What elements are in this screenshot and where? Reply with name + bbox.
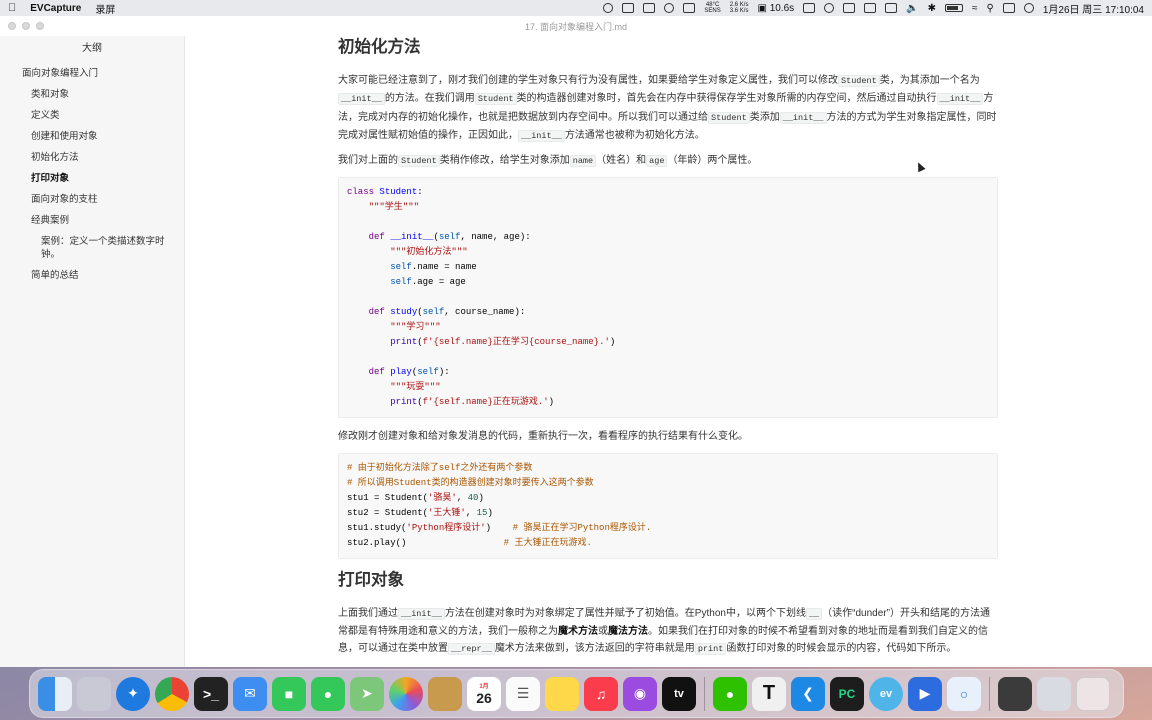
- downloads-stack-icon[interactable]: [998, 676, 1032, 711]
- close-button[interactable]: [8, 22, 16, 30]
- outline-item-active[interactable]: 打印对象: [0, 168, 184, 189]
- paragraph-modify-class: 我们对上面的 Student 类稍作修改，给学生对象添加 name （姓名）和 age （年…: [338, 155, 758, 168]
- menu-bar:  EVCapture 录屏 48°CSENS 2.6 K/s3.6 K/s ▣…: [0, 0, 1152, 16]
- outline-item[interactable]: 面向对象编程入门: [0, 63, 184, 84]
- outline-item[interactable]: 案例：定义一个类描述数字时钟。: [0, 231, 184, 265]
- vscode-icon[interactable]: ❮: [791, 676, 825, 711]
- editor-content[interactable]: 初始化方法 大家可能已经注意到了，刚才我们创建的学生对象只有行为没有属性，如果要…: [186, 36, 1152, 667]
- code-block-create-objects[interactable]: # 由于初始化方法除了self之外还有两个参数 # 所以调用Student类的构…: [338, 452, 998, 559]
- siri-icon[interactable]: [603, 3, 614, 13]
- minimize-button[interactable]: [22, 22, 30, 30]
- capture-icon[interactable]: [803, 3, 816, 13]
- window-icon[interactable]: [843, 3, 856, 13]
- archive-icon[interactable]: [428, 676, 462, 711]
- outline-item[interactable]: 初始化方法: [0, 147, 184, 168]
- heading-print-object: 打印对象: [338, 570, 404, 589]
- screenshot-stack-icon[interactable]: [1037, 676, 1071, 711]
- music-icon[interactable]: ♫: [584, 676, 618, 711]
- qq-icon[interactable]: ○: [947, 676, 981, 711]
- control-center-icon[interactable]: [1002, 3, 1015, 13]
- app-menu[interactable]: EVCapture: [30, 3, 81, 14]
- photos-icon[interactable]: [389, 676, 423, 711]
- typora-icon[interactable]: T: [752, 676, 786, 711]
- window-controls: [8, 22, 44, 30]
- display-icon[interactable]: [864, 3, 877, 13]
- outline-item[interactable]: 类和对象: [0, 84, 184, 105]
- messages-icon[interactable]: ●: [311, 676, 345, 711]
- status-area: 48°C SENS 2.6 K/s 3.6 K/s ▣ 10.6s 🔈 ✱ ≈ ⚲ …: [603, 1, 1144, 16]
- mail-icon[interactable]: ✉: [233, 676, 267, 711]
- paragraph-print-intro: 上面我们通过 __init__ 方法在创建对象时为对象绑定了属性并赋予了初始值。在P…: [338, 607, 990, 656]
- siri-orb-icon[interactable]: [1023, 3, 1034, 13]
- zoom-icon[interactable]: ▶: [908, 676, 942, 711]
- trash-icon[interactable]: [1076, 676, 1110, 711]
- pycharm-icon[interactable]: PC: [830, 676, 864, 711]
- typora-window: 17. 面向对象编程入门.md 大纲 面向对象编程入门 类和对象 定义类 创建和…: [0, 16, 1152, 667]
- outline-item[interactable]: 简单的总结: [0, 265, 184, 286]
- launchpad-icon[interactable]: [77, 676, 111, 711]
- paragraph-init-intro: 大家可能已经注意到了，刚才我们创建的学生对象只有行为没有属性，如果要给学生对象定…: [338, 75, 997, 142]
- apple-icon[interactable]: : [8, 2, 16, 14]
- notes-icon[interactable]: [545, 676, 579, 711]
- safari-icon[interactable]: ✦: [116, 676, 150, 711]
- maps-icon[interactable]: ➤: [350, 676, 384, 711]
- dock: ✦ >_ ✉ ■ ● ➤ 1月 26 ☰ ♫ ◉ tv ● T ❮ PC ev ▶…: [29, 669, 1124, 718]
- code-block-student-class[interactable]: class Student: """学生""" def __init__(sel…: [338, 177, 998, 419]
- date-time[interactable]: 1月26日 周三 17:10:04: [1043, 1, 1144, 16]
- calendar-icon[interactable]: 1月 26: [467, 676, 501, 711]
- reminders-icon[interactable]: ☰: [506, 676, 540, 711]
- outline-title: 大纲: [82, 43, 102, 54]
- outline-list: 面向对象编程入门 类和对象 定义类 创建和使用对象 初始化方法 打印对象 面向对…: [0, 63, 184, 286]
- zoom-button[interactable]: [36, 22, 44, 30]
- play-icon[interactable]: [824, 3, 835, 13]
- wechat-tray-icon[interactable]: [683, 3, 696, 13]
- window-title: 17. 面向对象编程入门.md: [524, 21, 627, 32]
- screen-icon[interactable]: [622, 3, 635, 13]
- search-icon[interactable]: ⚲: [987, 3, 994, 14]
- chrome-icon[interactable]: [155, 676, 189, 711]
- battery-icon[interactable]: [945, 4, 963, 12]
- apple-tv-icon[interactable]: tv: [662, 676, 696, 711]
- evcapture-icon[interactable]: ev: [869, 676, 903, 711]
- sync-icon[interactable]: [885, 3, 898, 13]
- bluetooth-icon[interactable]: ✱: [928, 3, 936, 14]
- podcasts-icon[interactable]: ◉: [623, 676, 657, 711]
- record-timer[interactable]: ▣ 10.6s: [757, 3, 794, 14]
- title-bar: 17. 面向对象编程入门.md: [0, 16, 1152, 36]
- menu-record[interactable]: 录屏: [95, 1, 115, 16]
- heading-init-method: 初始化方法: [338, 38, 421, 56]
- dock-separator: [704, 676, 705, 711]
- cpu-temp[interactable]: 48°C SENS: [704, 2, 720, 14]
- volume-icon[interactable]: 🔈: [906, 3, 918, 14]
- paragraph-rerun: 修改刚才创建对象和给对象发消息的代码，重新执行一次，看看程序的执行结果有什么变化…: [338, 431, 748, 443]
- airplay-icon[interactable]: [664, 3, 675, 13]
- wechat-icon[interactable]: ●: [713, 676, 747, 711]
- finder-icon[interactable]: [38, 676, 72, 711]
- outline-item[interactable]: 面向对象的支柱: [0, 189, 184, 210]
- outline-sidebar: 大纲 面向对象编程入门 类和对象 定义类 创建和使用对象 初始化方法 打印对象 …: [0, 36, 185, 667]
- net-speed[interactable]: 2.6 K/s 3.6 K/s: [730, 2, 749, 14]
- outline-item[interactable]: 经典案例: [0, 210, 184, 231]
- menu-extra-icon[interactable]: [643, 3, 656, 13]
- dock-separator: [989, 676, 990, 711]
- outline-item[interactable]: 创建和使用对象: [0, 126, 184, 147]
- terminal-icon[interactable]: >_: [194, 676, 228, 711]
- wifi-icon[interactable]: ≈: [972, 3, 978, 14]
- facetime-icon[interactable]: ■: [272, 676, 306, 711]
- outline-item[interactable]: 定义类: [0, 105, 184, 126]
